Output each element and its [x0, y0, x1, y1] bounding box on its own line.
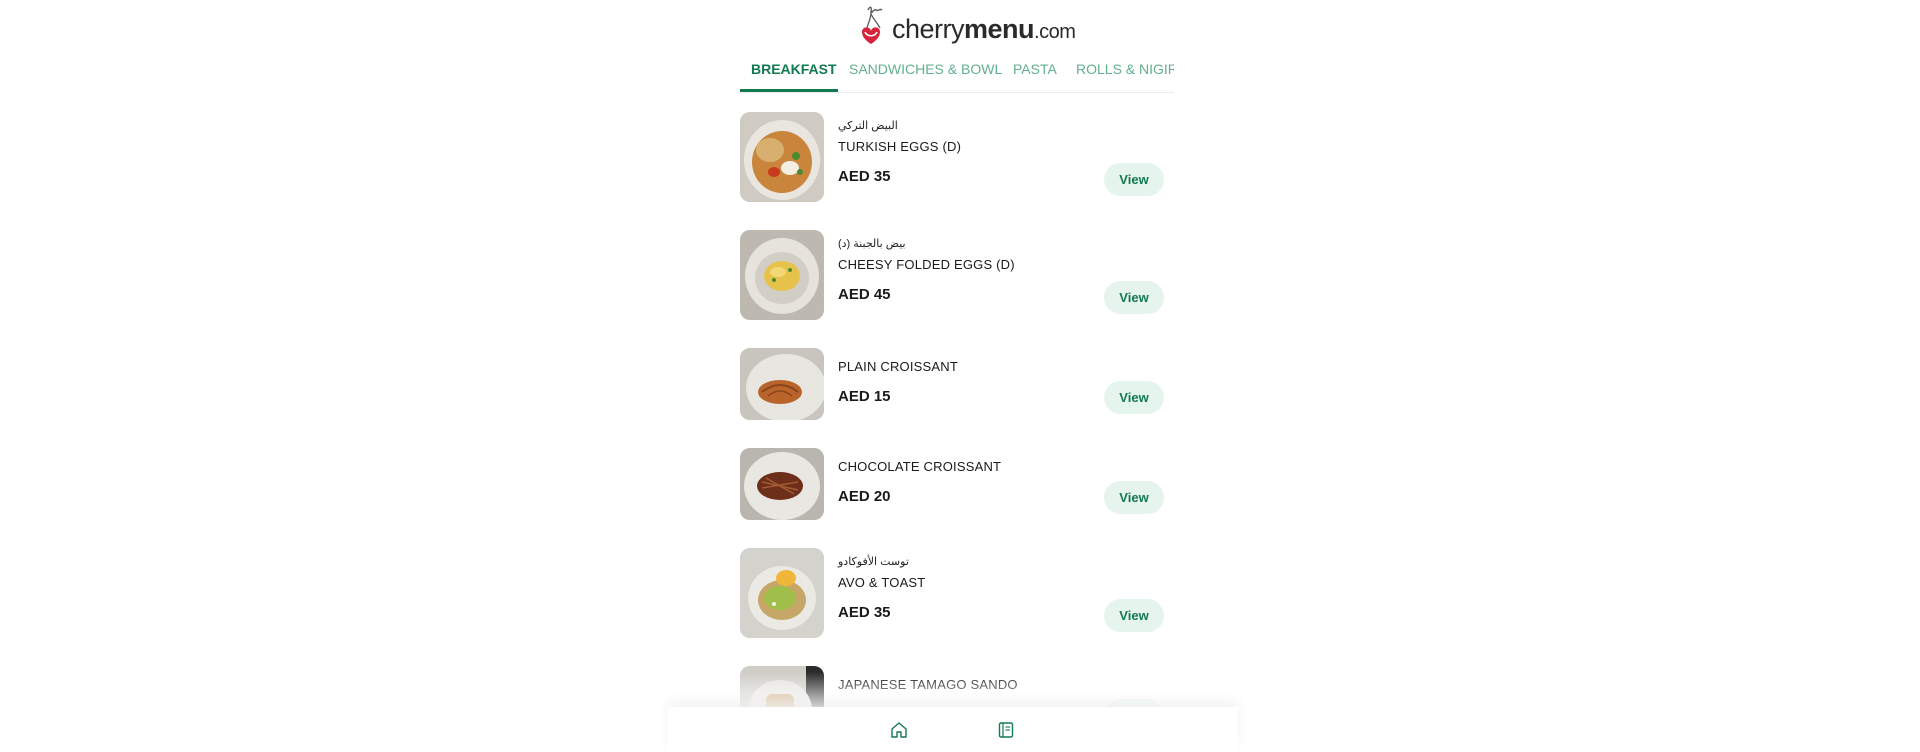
menu-item[interactable]: توست الأفوكادو AVO & TOAST AED 35 View	[740, 548, 1164, 638]
menu-page: cherrymenu.com BREAKFAST SANDWICHES & BO…	[0, 0, 1920, 752]
brand-name-part3: .com	[1034, 21, 1076, 43]
category-tabs: BREAKFAST SANDWICHES & BOWL PASTA ROLLS …	[740, 54, 1174, 93]
menu-item[interactable]: البيض التركي TURKISH EGGS (D) AED 35 Vie…	[740, 112, 1164, 202]
item-price: AED 45	[838, 286, 891, 303]
item-info: توست الأفوكادو AVO & TOAST AED 35	[838, 555, 1088, 621]
item-photo-turkish-eggs[interactable]	[740, 112, 824, 202]
item-info: JAPANESE TAMAGO SANDO	[838, 677, 1088, 693]
item-info: البيض التركي TURKISH EGGS (D) AED 35	[838, 119, 1088, 185]
item-photo-chocolate-croissant[interactable]	[740, 448, 824, 520]
item-arabic-name: البيض التركي	[838, 120, 898, 132]
home-icon[interactable]	[890, 721, 908, 739]
menu-item[interactable]: CHOCOLATE CROISSANT AED 20 View	[740, 448, 1164, 520]
item-name: PLAIN CROISSANT	[838, 359, 959, 374]
item-arabic-name: توست الأفوكادو	[838, 556, 909, 568]
brand-name-part2: menu	[964, 14, 1035, 44]
item-info: بيض بالجبنة (د) CHEESY FOLDED EGGS (D) A…	[838, 237, 1088, 303]
view-button[interactable]: View	[1104, 281, 1164, 314]
item-info: CHOCOLATE CROISSANT AED 20	[838, 459, 1088, 505]
item-info: PLAIN CROISSANT AED 15	[838, 359, 1088, 405]
tab-pasta[interactable]: PASTA	[1013, 54, 1057, 92]
bottom-navigation	[668, 707, 1238, 752]
cherry-logo-icon	[862, 6, 883, 44]
view-button[interactable]: View	[1104, 599, 1164, 632]
item-name: CHEESY FOLDED EGGS (D)	[838, 257, 1015, 272]
view-button[interactable]: View	[1104, 481, 1164, 514]
menu-item[interactable]: بيض بالجبنة (د) CHEESY FOLDED EGGS (D) A…	[740, 230, 1164, 320]
item-price: AED 15	[838, 388, 891, 405]
item-price: AED 35	[838, 604, 891, 621]
view-button[interactable]: View	[1104, 381, 1164, 414]
menu-book-icon[interactable]	[997, 721, 1015, 739]
item-arabic-name: بيض بالجبنة (د)	[838, 238, 906, 250]
item-name: AVO & TOAST	[838, 575, 926, 590]
item-photo-plain-croissant[interactable]	[740, 348, 824, 420]
item-photo-avo-toast[interactable]	[740, 548, 824, 638]
item-photo-cheesy-folded-eggs[interactable]	[740, 230, 824, 320]
view-button[interactable]: View	[1104, 163, 1164, 196]
tab-rolls-nigiri[interactable]: ROLLS & NIGIRI	[1076, 54, 1174, 92]
menu-item[interactable]: PLAIN CROISSANT AED 15 View	[740, 348, 1164, 420]
brand-name-part1: cherry	[892, 14, 965, 44]
item-name: JAPANESE TAMAGO SANDO	[838, 677, 1018, 692]
cherrymenu-logo[interactable]: cherrymenu.com	[858, 4, 1076, 48]
item-price: AED 35	[838, 168, 891, 185]
brand-wordmark: cherrymenu.com	[892, 14, 1076, 47]
item-name: TURKISH EGGS (D)	[838, 139, 962, 154]
tab-breakfast[interactable]: BREAKFAST	[740, 54, 838, 92]
tab-sandwiches-bowl[interactable]: SANDWICHES & BOWL	[849, 54, 1002, 92]
item-price: AED 20	[838, 488, 891, 505]
item-name: CHOCOLATE CROISSANT	[838, 459, 1002, 474]
